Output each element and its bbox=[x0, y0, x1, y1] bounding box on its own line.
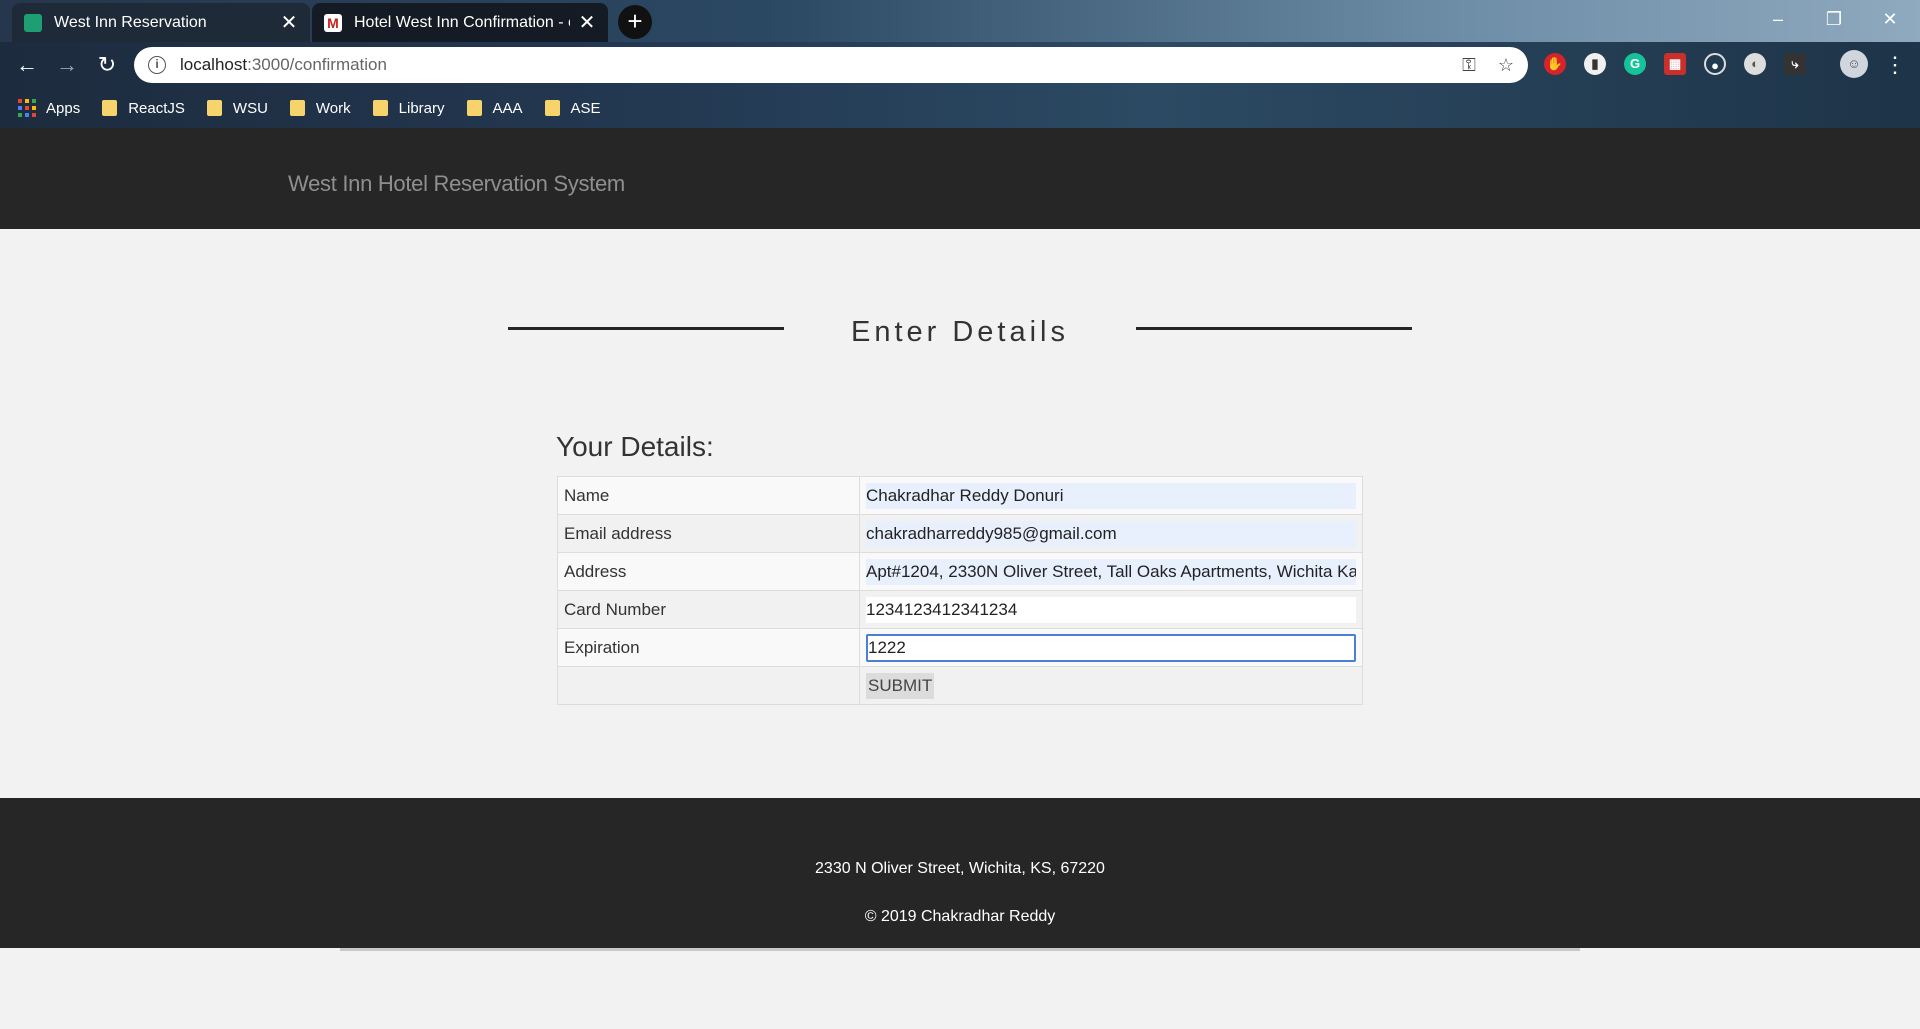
bookmark-wsu[interactable]: WSU bbox=[206, 99, 268, 117]
section-heading: Enter Details bbox=[850, 316, 1069, 348]
info-icon[interactable]: i bbox=[148, 56, 166, 74]
browser-toolbar: ← → ↻ i localhost:3000/confirmation ⚿ ☆ … bbox=[0, 42, 1920, 88]
adblock-icon[interactable]: ✋ bbox=[1544, 53, 1566, 75]
star-icon[interactable]: ☆ bbox=[1498, 55, 1514, 76]
key-icon[interactable]: ⚿ bbox=[1462, 55, 1476, 76]
expiration-label: Expiration bbox=[557, 628, 860, 667]
close-icon[interactable]: ✕ bbox=[280, 10, 298, 35]
folder-icon bbox=[372, 100, 388, 116]
address-label: Address bbox=[557, 552, 860, 591]
bookmark-aaa[interactable]: AAA bbox=[466, 99, 523, 117]
bookmark-ase[interactable]: ASE bbox=[544, 99, 601, 117]
table-row: Expiration bbox=[557, 628, 1363, 667]
minimize-button[interactable]: – bbox=[1750, 0, 1806, 40]
folder-icon bbox=[102, 100, 118, 116]
sheets-icon bbox=[24, 13, 42, 32]
bookmark-work[interactable]: Work bbox=[289, 99, 351, 117]
page-content: West Inn Hotel Reservation System Enter … bbox=[0, 128, 1920, 1029]
address-field[interactable] bbox=[866, 558, 1356, 585]
folder-icon bbox=[466, 100, 482, 116]
card-number-field[interactable] bbox=[866, 596, 1356, 623]
reload-button[interactable]: ↻ bbox=[90, 48, 124, 82]
new-tab-button[interactable]: + bbox=[618, 5, 652, 39]
table-row: SUBMIT bbox=[557, 666, 1363, 705]
expiration-field[interactable] bbox=[866, 633, 1356, 662]
forward-button[interactable]: → bbox=[50, 48, 84, 82]
bookmark-label: Work bbox=[315, 99, 351, 117]
bookmark-label: AAA bbox=[492, 99, 523, 117]
folder-icon bbox=[289, 100, 305, 116]
table-row: Card Number bbox=[557, 590, 1363, 629]
site-title[interactable]: West Inn Hotel Reservation System bbox=[288, 171, 625, 197]
your-details-heading: Your Details: bbox=[556, 431, 714, 462]
bookmarks-bar: Apps ReactJS WSU Work Library AAA ASE bbox=[0, 88, 1920, 128]
tab-strip: West Inn Reservation ✕ M Hotel West Inn … bbox=[0, 0, 1920, 42]
name-label: Name bbox=[557, 476, 860, 515]
footer-address: 2330 N Oliver Street, Wichita, KS, 67220 bbox=[815, 860, 1105, 877]
browser-chrome: West Inn Reservation ✕ M Hotel West Inn … bbox=[0, 0, 1920, 128]
tab-label: Hotel West Inn Confirmation - ch bbox=[354, 13, 570, 31]
horizontal-scrollbar[interactable] bbox=[340, 948, 1580, 951]
submit-button[interactable]: SUBMIT bbox=[866, 672, 935, 699]
circle-icon[interactable]: ◐ bbox=[1744, 53, 1766, 75]
profile-avatar-icon[interactable]: ☺ bbox=[1840, 50, 1868, 78]
address-bar[interactable]: i localhost:3000/confirmation ⚿ ☆ bbox=[134, 47, 1528, 83]
back-button[interactable]: ← bbox=[10, 48, 44, 82]
email-label: Email address bbox=[557, 514, 860, 553]
tab-west-inn-reservation[interactable]: West Inn Reservation ✕ bbox=[12, 3, 310, 42]
table-row: Email address bbox=[557, 514, 1363, 553]
table-row: Name bbox=[557, 476, 1363, 515]
table-row: Address bbox=[557, 552, 1363, 591]
bookmark-label: Library bbox=[398, 99, 445, 117]
gmail-icon: M bbox=[324, 13, 342, 32]
screenshot-icon[interactable]: ▦ bbox=[1664, 53, 1686, 75]
tab-hotel-confirmation[interactable]: M Hotel West Inn Confirmation - ch ✕ bbox=[312, 3, 608, 42]
card-number-label: Card Number bbox=[557, 590, 860, 629]
pdf-icon[interactable]: ⤷ bbox=[1784, 53, 1806, 75]
apps-grid-icon bbox=[18, 99, 36, 117]
site-header: West Inn Hotel Reservation System bbox=[0, 128, 1920, 229]
url-host: localhost bbox=[180, 55, 248, 74]
bookmark-label: ReactJS bbox=[128, 99, 185, 117]
site-footer: 2330 N Oliver Street, Wichita, KS, 67220… bbox=[0, 798, 1920, 948]
url-path: :3000/confirmation bbox=[247, 55, 387, 74]
close-icon[interactable]: ✕ bbox=[578, 10, 596, 35]
grammarly-icon[interactable]: G bbox=[1624, 53, 1646, 75]
bookmark-label: ASE bbox=[570, 99, 601, 117]
bookmark-apps[interactable]: Apps bbox=[18, 99, 80, 117]
folder-icon bbox=[206, 100, 222, 116]
mouse-icon[interactable]: ▮ bbox=[1584, 53, 1606, 75]
footer-copyright: © 2019 Chakradhar Reddy bbox=[864, 908, 1056, 925]
email-field[interactable] bbox=[866, 520, 1356, 547]
target-icon[interactable]: ● bbox=[1704, 53, 1726, 75]
close-window-button[interactable]: ✕ bbox=[1862, 0, 1918, 40]
bookmark-library[interactable]: Library bbox=[372, 99, 445, 117]
maximize-button[interactable]: ❐ bbox=[1806, 0, 1862, 40]
bookmark-reactjs[interactable]: ReactJS bbox=[102, 100, 185, 117]
tab-label: West Inn Reservation bbox=[54, 13, 207, 31]
folder-icon bbox=[544, 100, 560, 116]
menu-icon[interactable]: ⋮ bbox=[1880, 48, 1910, 82]
empty-cell bbox=[557, 666, 860, 705]
bookmark-label: WSU bbox=[232, 99, 268, 117]
details-form-table: Name Email address Address Card Number E… bbox=[557, 476, 1363, 705]
name-field[interactable] bbox=[866, 482, 1356, 509]
heading-divider-right bbox=[1136, 327, 1412, 330]
bookmark-label: Apps bbox=[46, 99, 81, 117]
